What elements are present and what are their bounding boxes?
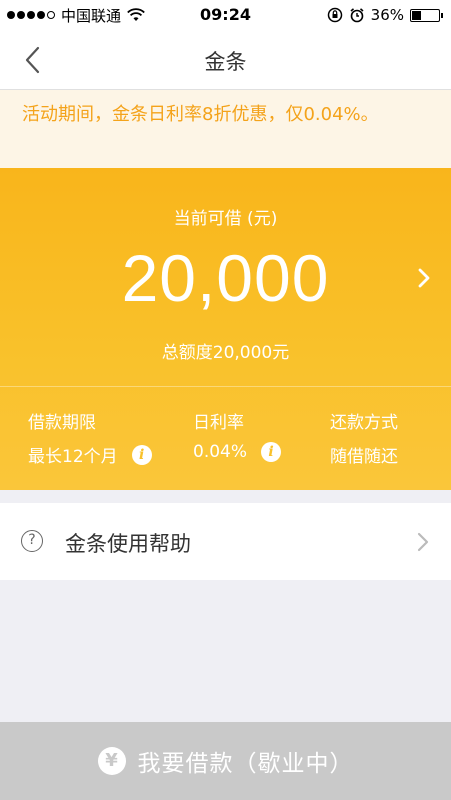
chevron-right-icon [418, 268, 430, 288]
page-title: 金条 [204, 50, 247, 74]
loan-term-title: 借款期限 [28, 413, 96, 433]
borrow-button-label: 我要借款（歇业中） [137, 751, 354, 777]
battery-icon [410, 8, 443, 22]
yen-icon: ¥ [97, 747, 126, 775]
daily-rate-value: 0.04% [193, 442, 248, 462]
loan-term-info: 借款期限 最长12个月 i [28, 408, 152, 467]
info-icon[interactable]: i [131, 444, 152, 465]
question-circle-icon: ? [21, 530, 43, 552]
credit-panel: 当前可借 (元) 20,000 总额度20,000元 借款期限 最长12个月 i… [0, 168, 451, 490]
help-label: 金条使用帮助 [65, 532, 191, 556]
orientation-lock-icon [327, 7, 342, 23]
divider [0, 386, 451, 387]
total-credit: 总额度20,000元 [161, 343, 290, 363]
available-amount: 20,000 [121, 241, 330, 315]
available-amount-card[interactable]: 当前可借 (元) 20,000 总额度20,000元 [0, 168, 451, 386]
borrow-button[interactable]: ¥ 我要借款（歇业中） [0, 722, 451, 800]
loan-term-value: 最长12个月 [28, 447, 118, 467]
status-bar: 中国联通 09:24 36% [0, 0, 451, 30]
nav-bar: 金条 [0, 30, 451, 90]
promo-notice: 活动期间，金条日利率8折优惠，仅0.04%。 [0, 90, 451, 168]
daily-rate-title: 日利率 [193, 413, 244, 433]
chevron-right-icon [417, 532, 429, 552]
available-label: 当前可借 (元) [173, 209, 278, 229]
help-row[interactable]: ? 金条使用帮助 [0, 503, 451, 580]
repayment-value: 随借随还 [330, 447, 398, 467]
daily-rate-info: 日利率 0.04% i [193, 408, 282, 462]
battery-percent: 36% [370, 6, 404, 24]
status-right: 36% [327, 5, 443, 25]
info-icon[interactable]: i [261, 442, 282, 462]
repayment-info: 还款方式 随借随还 [330, 408, 398, 467]
repayment-title: 还款方式 [330, 413, 398, 433]
alarm-icon [350, 8, 364, 23]
